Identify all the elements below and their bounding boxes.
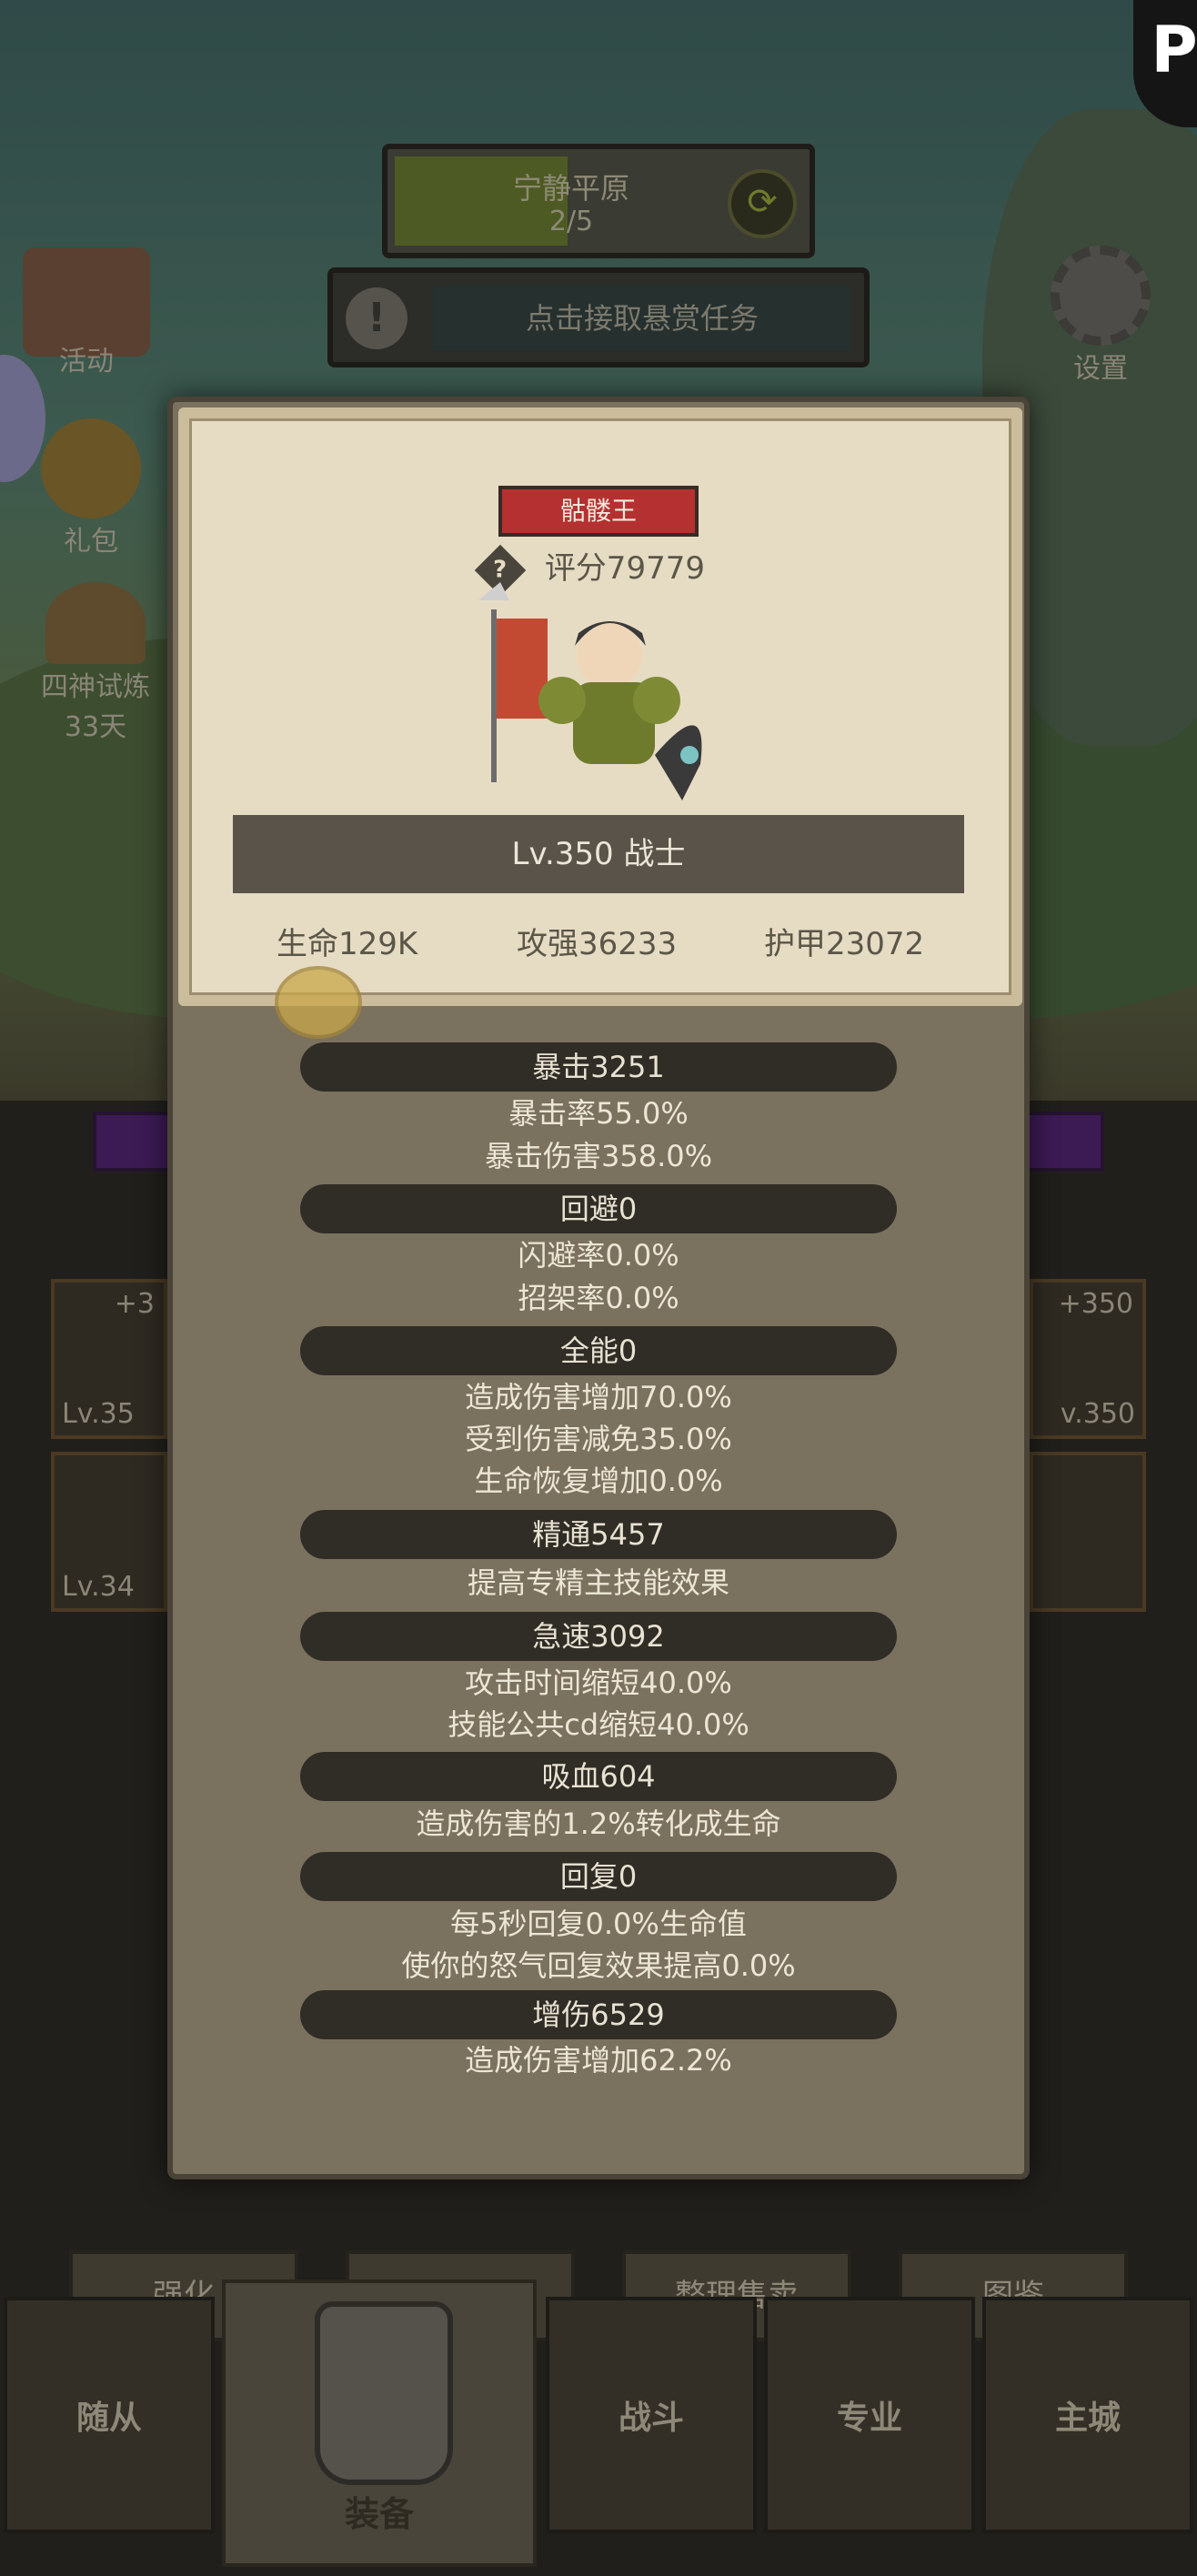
gift-label: 礼包: [64, 526, 118, 558]
hero-attack: 攻强36233: [517, 926, 678, 962]
stage-progress[interactable]: 宁静平原 2/5 ⟳: [382, 144, 815, 258]
stat-line: 闪避率0.0%: [518, 1238, 679, 1273]
stat-mastery-header: 精通5457: [300, 1510, 897, 1559]
stat-line: 招架率0.0%: [518, 1281, 679, 1315]
gift-icon: [41, 418, 141, 518]
exp-bar-left: [93, 1112, 175, 1172]
gift-button[interactable]: 礼包: [27, 418, 155, 558]
exp-bar-right: [1022, 1112, 1104, 1172]
stat-line: 暴击伤害358.0%: [484, 1139, 713, 1173]
refresh-icon[interactable]: ⟳: [728, 169, 797, 238]
stat-line: 攻击时间缩短40.0%: [465, 1665, 732, 1700]
settings-label: 设置: [1073, 353, 1128, 385]
tab-equipment-label: 装备: [344, 2494, 414, 2534]
exclamation-icon: !: [346, 287, 407, 349]
stat-line: 技能公共cd缩短40.0%: [448, 1707, 749, 1742]
trial-label: 四神试炼: [41, 671, 150, 703]
stat-crit-header: 暴击3251: [300, 1042, 897, 1092]
bounty-task-label: 点击接取悬赏任务: [433, 286, 851, 351]
stat-line: 使你的怒气回复效果提高0.0%: [401, 1948, 796, 1983]
stat-damage-bonus-header: 增伤6529: [300, 1990, 897, 2039]
hero-armor: 护甲23072: [764, 926, 925, 962]
stage-name: 宁静平原: [512, 171, 629, 206]
stat-line: 生命恢复增加0.0%: [474, 1464, 723, 1498]
activity-label: 活动: [59, 346, 114, 377]
activity-button[interactable]: 活动: [18, 247, 155, 378]
stat-line: 暴击率55.0%: [508, 1096, 689, 1131]
tab-follower[interactable]: 随从: [4, 2297, 215, 2533]
hero-title-badge: 骷髅王: [498, 486, 699, 537]
stat-line: 造成伤害增加70.0%: [465, 1380, 732, 1414]
hero-level-class: Lv.350 战士: [233, 815, 964, 893]
stat-line: 提高专精主技能效果: [467, 1565, 729, 1600]
gear-icon: [1051, 246, 1151, 346]
tab-profession[interactable]: 专业: [764, 2297, 975, 2533]
hero-portrait: [478, 582, 702, 800]
stat-line: 受到伤害减免35.0%: [465, 1422, 732, 1456]
equip-slot[interactable]: [1030, 1452, 1146, 1612]
armor-icon: [315, 2301, 453, 2485]
hero-hp: 生命129K: [277, 926, 418, 962]
equip-slot[interactable]: +3 Lv.35: [51, 1279, 167, 1439]
trial-emblem-icon: [45, 582, 146, 664]
stat-lifesteal-header: 吸血604: [300, 1752, 897, 1801]
stage-progress-text: 2/5: [548, 206, 594, 237]
stat-line: 造成伤害增加62.2%: [465, 2043, 732, 2078]
settings-button[interactable]: 设置: [1042, 246, 1159, 386]
trial-button[interactable]: 四神试炼 33天: [18, 582, 173, 744]
hero-score-text: 评分79779: [544, 550, 705, 587]
stat-regen-header: 回复0: [300, 1852, 897, 1901]
stat-haste-header: 急速3092: [300, 1612, 897, 1661]
trial-days: 33天: [64, 711, 127, 743]
tab-city[interactable]: 主城: [982, 2297, 1193, 2533]
equip-slot[interactable]: +350 v.350: [1030, 1279, 1146, 1439]
coin-icon: [275, 966, 362, 1039]
equip-slot[interactable]: Lv.34: [51, 1452, 167, 1612]
bounty-task-bar[interactable]: ! 点击接取悬赏任务: [327, 267, 870, 367]
stat-line: 每5秒回复0.0%生命值: [450, 1907, 747, 1941]
stat-versatility-header: 全能0: [300, 1326, 897, 1375]
stat-evade-header: 回避0: [300, 1184, 897, 1233]
stat-line: 造成伤害的1.2%转化成生命: [416, 1806, 781, 1841]
tab-battle[interactable]: 战斗: [546, 2297, 757, 2533]
tab-equipment[interactable]: 装备: [222, 2279, 537, 2567]
